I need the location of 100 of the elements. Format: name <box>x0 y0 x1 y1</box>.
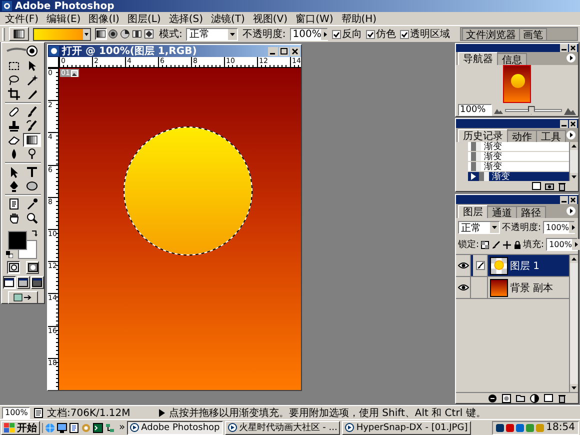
caret-icon[interactable] <box>321 28 330 40</box>
gradient-type-button[interactable] <box>143 28 155 40</box>
palette-menu-icon[interactable] <box>566 206 576 216</box>
history-item[interactable]: 渐变 <box>456 142 569 152</box>
color-swatches-icon[interactable] <box>8 231 38 259</box>
tool-preset-button[interactable] <box>9 27 29 41</box>
network-icon[interactable] <box>105 422 115 432</box>
gradient-type-button[interactable] <box>119 28 131 40</box>
caret-icon[interactable] <box>83 28 90 40</box>
move-cross-icon[interactable] <box>503 240 512 248</box>
gradient-type-button[interactable] <box>95 28 107 40</box>
menu-item[interactable]: 文件(F) <box>4 12 40 26</box>
brush-icon[interactable] <box>492 240 500 248</box>
opacity-field[interactable]: 100% <box>290 28 328 40</box>
panel-tab[interactable]: 通道 <box>487 206 517 218</box>
full-screen-menu-button[interactable] <box>16 276 30 289</box>
panel-tab[interactable]: 信息 <box>497 53 527 65</box>
menu-item[interactable]: 窗口(W) <box>294 12 334 26</box>
panel-tab[interactable]: 历史记录 <box>458 129 508 142</box>
start-button[interactable]: 开始 <box>1 420 40 434</box>
padlock-icon[interactable] <box>514 240 522 248</box>
checkbox[interactable] <box>332 30 341 38</box>
layer-row[interactable]: 图层 1 <box>456 255 569 277</box>
new-document-icon[interactable] <box>532 182 541 190</box>
palette-menu-icon[interactable] <box>566 130 576 140</box>
camera-icon[interactable] <box>545 182 554 190</box>
caret-icon[interactable] <box>568 222 578 233</box>
zoom-field[interactable]: 100% <box>2 406 30 418</box>
checkbox[interactable] <box>366 30 375 38</box>
panel-tab[interactable]: 导航器 <box>458 52 498 65</box>
document-info-icon[interactable] <box>34 408 43 418</box>
swap-arrow-icon[interactable] <box>31 230 38 237</box>
scroll-down-icon[interactable] <box>570 173 578 181</box>
menu-item[interactable]: 图像(I) <box>88 12 120 26</box>
checkbox[interactable] <box>400 30 409 38</box>
panel-tab[interactable]: 工具 <box>536 130 566 142</box>
palette-tab[interactable]: 文件浏览器 <box>462 28 520 40</box>
minimize-icon[interactable] <box>560 120 568 128</box>
close-icon[interactable] <box>569 196 577 204</box>
full-screen-button[interactable] <box>30 276 44 289</box>
history-item[interactable]: 渐变 <box>456 172 569 182</box>
history-item[interactable]: 渐变 <box>456 152 569 162</box>
panel-tab[interactable]: 图层 <box>458 205 488 218</box>
caret-icon[interactable] <box>490 222 499 233</box>
standard-mode-button[interactable] <box>7 261 20 274</box>
gradient-picker[interactable] <box>33 28 91 40</box>
close-icon[interactable] <box>569 44 577 52</box>
minimize-icon[interactable] <box>560 44 568 52</box>
menu-item[interactable]: 选择(S) <box>168 12 204 26</box>
new-layer-icon[interactable] <box>544 394 553 402</box>
gradient-type-button[interactable] <box>131 28 143 40</box>
minimize-icon[interactable] <box>268 46 278 56</box>
caret-icon[interactable] <box>228 28 238 40</box>
close-icon[interactable] <box>290 46 300 56</box>
scroll-up-icon[interactable] <box>570 255 578 263</box>
menu-item[interactable]: 图层(L) <box>126 12 162 26</box>
scrollbar[interactable] <box>569 255 578 392</box>
quick-mask-button[interactable] <box>26 261 39 274</box>
adjustment-circle-icon[interactable] <box>530 394 539 402</box>
notepad-icon[interactable] <box>69 422 79 432</box>
folder-icon[interactable] <box>516 394 525 402</box>
minimize-icon[interactable] <box>560 196 568 204</box>
panel-tab[interactable]: 路径 <box>516 206 546 218</box>
scroll-down-icon[interactable] <box>570 384 578 392</box>
taskbar-button[interactable]: HyperSnap-DX - [01.JPG] <box>342 420 471 434</box>
taskbar-button[interactable]: 火星时代动画大社区 - ... <box>224 420 340 434</box>
menu-item[interactable]: 编辑(E) <box>46 12 82 26</box>
zoom-slider-thumb[interactable] <box>528 106 535 114</box>
more-button[interactable]: » <box>119 422 126 433</box>
maximize-icon[interactable] <box>279 46 289 56</box>
scroll-up-icon[interactable] <box>570 142 578 150</box>
visibility-toggle[interactable] <box>456 255 471 276</box>
terminal-icon[interactable] <box>93 422 103 432</box>
imageready-jump-button[interactable] <box>8 291 38 304</box>
palette-menu-icon[interactable] <box>566 53 576 63</box>
taskbar-button[interactable]: Adobe Photoshop <box>127 420 223 434</box>
mask-icon[interactable] <box>502 394 511 402</box>
mode-dropdown[interactable]: 正常 <box>186 28 238 40</box>
standard-screen-button[interactable] <box>2 276 16 289</box>
caret-icon[interactable] <box>572 239 580 250</box>
tool-button[interactable] <box>23 133 41 147</box>
visibility-toggle[interactable] <box>456 277 471 298</box>
opacity-field[interactable]: 100% <box>543 221 576 234</box>
menu-item[interactable]: 帮助(H) <box>340 12 378 26</box>
panel-tab[interactable]: 动作 <box>507 130 537 142</box>
scrollbar[interactable] <box>569 142 578 181</box>
trash-icon[interactable] <box>558 182 566 190</box>
feather-eye-logo-icon[interactable] <box>6 45 40 57</box>
menu-item[interactable]: 视图(V) <box>252 12 289 26</box>
layer-row[interactable]: 背景 副本 <box>456 277 569 299</box>
gradient-type-button[interactable] <box>107 28 119 40</box>
palette-tab[interactable]: 画笔 <box>519 28 547 40</box>
menu-item[interactable]: 滤镜(T) <box>210 12 246 26</box>
layer-edit-indicator[interactable] <box>473 255 488 276</box>
history-state-marker-icon[interactable] <box>471 173 476 180</box>
close-icon[interactable] <box>569 120 577 128</box>
zoom-field[interactable]: 100% <box>458 104 492 116</box>
tool-button[interactable] <box>5 87 23 101</box>
blend-mode-dropdown[interactable]: 正常 <box>458 221 500 234</box>
fill-field[interactable]: 100% <box>546 238 578 251</box>
